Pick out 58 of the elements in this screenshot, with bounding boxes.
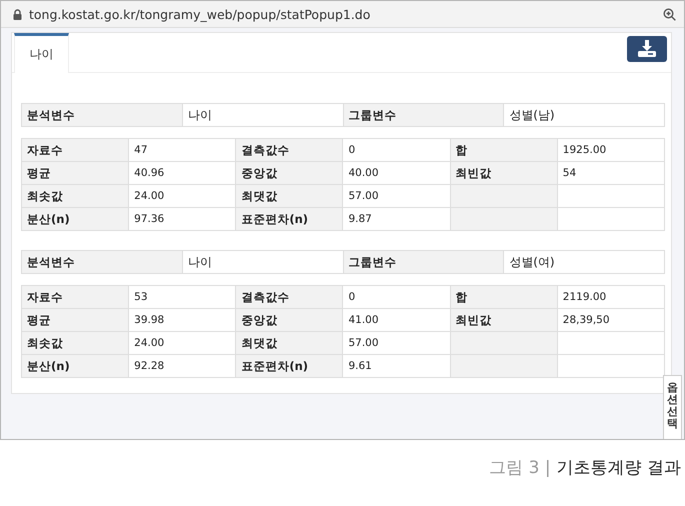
label-cell: 최빈값 (450, 162, 558, 184)
lock-icon (13, 8, 22, 20)
value-cell: 24.00 (128, 184, 236, 208)
value-cell: 성별(여) (504, 250, 664, 274)
value-cell: 39.98 (128, 308, 236, 332)
label-cell: 자료수 (22, 286, 129, 308)
label-cell: 자료수 (22, 138, 129, 162)
value-cell: 나이 (182, 104, 343, 126)
label-cell: 합 (450, 138, 558, 162)
value-cell: 0 (342, 138, 450, 162)
value-cell: 47 (128, 138, 236, 162)
figure-number: 그림 3 | (489, 458, 551, 478)
value-cell: 40.96 (128, 162, 236, 184)
label-cell: 최댓값 (236, 184, 343, 208)
value-cell: 41.00 (342, 308, 450, 332)
value-cell: 92.28 (128, 354, 236, 378)
label-cell: 그룹변수 (343, 250, 504, 274)
label-cell: 결측값수 (236, 286, 343, 308)
value-cell: 9.87 (342, 208, 450, 230)
value-cell: 2119.00 (557, 286, 664, 308)
value-cell: 24.00 (128, 332, 236, 354)
value-cell: 나이 (182, 250, 343, 274)
zoom-icon[interactable] (663, 8, 676, 20)
value-cell: 성별(남) (504, 104, 664, 126)
value-cell: 54 (557, 162, 664, 184)
value-cell: 53 (128, 286, 236, 308)
label-cell: 결측값수 (236, 138, 343, 162)
value-cell: 57.00 (342, 332, 450, 354)
label-cell: 최댓값 (236, 332, 343, 354)
value-cell: 97.36 (128, 208, 236, 230)
label-cell: 최솟값 (22, 332, 129, 354)
label-cell: 표준편차(n) (236, 208, 343, 230)
side-tab[interactable]: 옵션선택 (663, 375, 682, 439)
url-text: tong.kostat.go.kr/tongramy_web/popup/statPopup1.do (29, 6, 372, 22)
label-cell: 최빈값 (450, 308, 558, 332)
value-cell: 9.61 (342, 354, 450, 378)
label-cell: 중앙값 (236, 162, 343, 184)
value-cell: 28,39,50 (557, 308, 664, 332)
value-cell: 57.00 (342, 184, 450, 208)
figure-caption: 기초통계량 결과 (556, 458, 681, 478)
label-cell: 그룹변수 (343, 104, 504, 126)
value-cell: 40.00 (342, 162, 450, 184)
tab[interactable]: 나이 (14, 33, 69, 73)
value-cell: 1925.00 (557, 138, 664, 162)
address-bar[interactable]: tong.kostat.go.kr/tongramy_web/popup/statPopup1.do (1, 1, 684, 28)
label-cell: 표준편차(n) (236, 354, 343, 378)
download-icon (637, 40, 657, 58)
label-cell: 최솟값 (22, 184, 129, 208)
label-cell: 분산(n) (22, 208, 129, 230)
download-button[interactable] (627, 36, 667, 62)
label-cell: 평균 (22, 162, 129, 184)
value-cell: 0 (342, 286, 450, 308)
label-cell: 합 (450, 286, 558, 308)
label-cell: 분석변수 (22, 104, 182, 126)
label-cell: 분석변수 (22, 250, 182, 274)
label-cell: 분산(n) (22, 354, 129, 378)
label-cell: 중앙값 (236, 308, 343, 332)
label-cell: 평균 (22, 308, 129, 332)
